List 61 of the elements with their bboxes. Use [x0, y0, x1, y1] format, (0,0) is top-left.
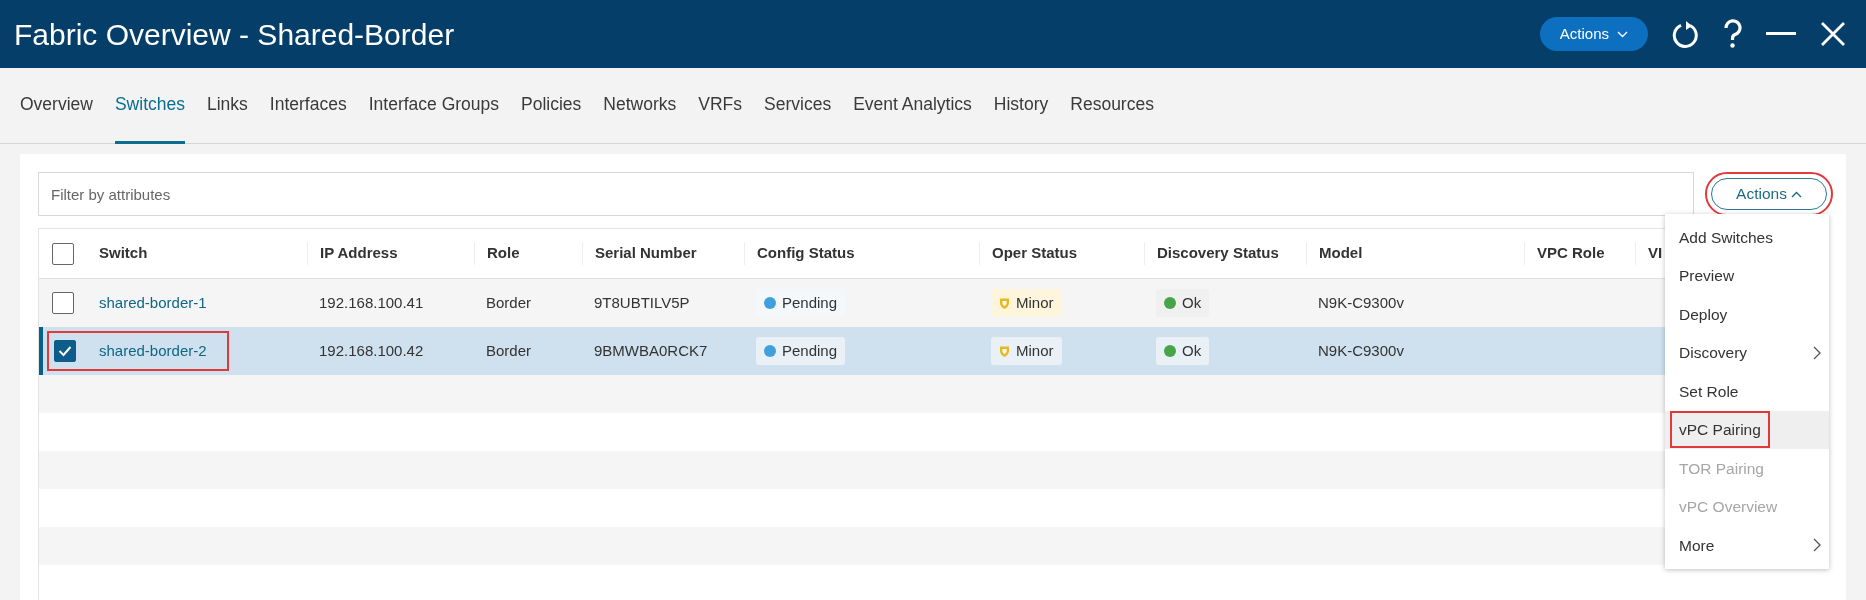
switch-link[interactable]: shared-border-1	[99, 293, 207, 311]
tab[interactable]: Networks	[603, 68, 677, 144]
caret-icon	[1617, 30, 1628, 38]
check-icon	[58, 345, 72, 357]
table-cell-text: 9BMWBA0RCK7	[593, 340, 709, 361]
menu-item[interactable]: More	[1665, 526, 1829, 565]
table-cell-text: 192.168.100.41	[318, 292, 425, 313]
column-header: Model	[1306, 242, 1524, 265]
status-badge: Pending	[756, 336, 846, 366]
tab[interactable]: VRFs	[698, 68, 743, 144]
chevron-icon	[1813, 345, 1821, 360]
menu-item[interactable]: Preview	[1665, 256, 1829, 295]
checkbox[interactable]	[52, 292, 74, 314]
status-badge: Ok	[1156, 336, 1210, 366]
tab[interactable]: Resources	[1070, 68, 1154, 144]
column-header: VPC Role	[1524, 242, 1635, 265]
menu-item[interactable]: vPC Pairing	[1665, 410, 1829, 449]
tab[interactable]: History	[993, 68, 1049, 144]
close-icon[interactable]	[1820, 21, 1846, 47]
tab[interactable]: Policies	[521, 68, 582, 144]
table-cell-text: Border	[485, 292, 533, 313]
minimize-icon[interactable]	[1766, 32, 1796, 36]
table-cell-text: N9K-C9300v	[1317, 340, 1405, 361]
menu-item[interactable]: Deploy	[1665, 295, 1829, 334]
help-icon[interactable]	[1724, 19, 1742, 49]
menu-item[interactable]: Add Switches	[1665, 218, 1829, 257]
table-row[interactable]: shared-border-2 192.168.100.42 Border 9BMWBA0RCK7 Pending Minor Ok N9K-C9300v	[39, 327, 1665, 375]
filter-field[interactable]: Filter by attributes	[38, 172, 1694, 216]
table-row[interactable]: shared-border-1 192.168.100.41 Border 9T8UBTILV5P Pending Minor Ok N9K-C9300v	[39, 279, 1665, 327]
tab[interactable]: Interfaces	[269, 68, 347, 144]
status-badge: Ok	[1156, 288, 1210, 318]
status-badge: Minor	[991, 288, 1062, 318]
tab[interactable]: Event Analytics	[853, 68, 972, 144]
table-cell-text: N9K-C9300v	[1317, 292, 1405, 313]
tab[interactable]: Services	[764, 68, 832, 144]
column-header: Switch	[98, 243, 149, 264]
column-header: IP Address	[307, 242, 474, 265]
column-header: Serial Number	[582, 242, 744, 265]
switch-link[interactable]: shared-border-2	[99, 341, 207, 359]
refresh-icon[interactable]	[1672, 19, 1700, 49]
column-header: Role	[474, 242, 582, 265]
menu-item[interactable]: Discovery	[1665, 333, 1829, 372]
column-header: Oper Status	[979, 242, 1144, 265]
checkbox[interactable]	[52, 242, 74, 265]
caret-icon	[1790, 190, 1802, 198]
status-badge: Pending	[756, 288, 846, 318]
actions-button[interactable]: Actions	[1539, 16, 1648, 52]
table-cell-text: 9T8UBTILV5P	[593, 292, 691, 313]
tab[interactable]: Overview	[20, 68, 93, 144]
column-header: Config Status	[744, 242, 979, 265]
tab[interactable]: Interface Groups	[368, 68, 500, 144]
window-title: Fabric Overview - Shared-Border	[14, 16, 455, 53]
status-badge: Minor	[991, 336, 1062, 366]
table-cell-text: Border	[485, 340, 533, 361]
chevron-icon	[1813, 538, 1821, 553]
tab[interactable]: Switches	[114, 68, 185, 144]
column-header: Discovery Status	[1144, 242, 1306, 265]
tab[interactable]: Links	[206, 68, 248, 144]
menu-item[interactable]: Set Role	[1665, 372, 1829, 411]
table-cell-text: 192.168.100.42	[318, 340, 425, 361]
checkbox[interactable]	[54, 340, 76, 362]
